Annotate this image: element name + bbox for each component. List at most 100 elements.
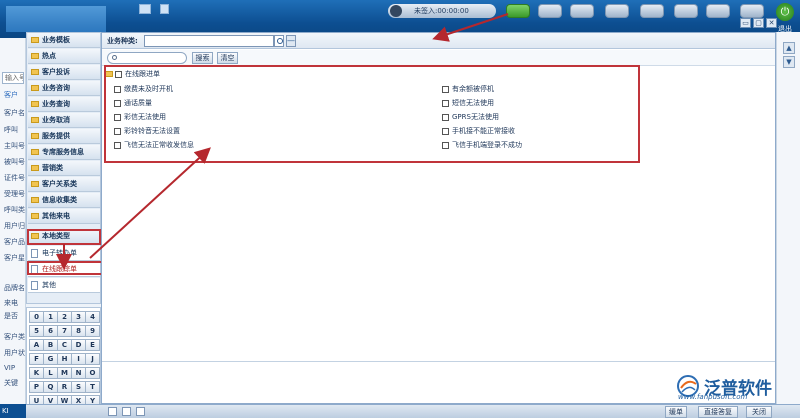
field-label: 主叫号 — [4, 142, 25, 150]
direct-reply-button[interactable]: 直接答复 — [698, 406, 738, 418]
new-icon[interactable] — [108, 407, 117, 416]
menu-item-marketing[interactable]: 营销类 — [28, 161, 100, 176]
close-window-button[interactable]: ✕ — [766, 18, 777, 28]
key-5[interactable]: 5 — [29, 325, 44, 337]
delete-icon[interactable] — [136, 407, 145, 416]
folder-icon — [31, 149, 39, 155]
menu-item-other[interactable]: 其他 — [28, 278, 100, 293]
phone-button[interactable] — [506, 4, 530, 18]
menu-item-complaint[interactable]: 客户投诉 — [28, 65, 100, 80]
close-button[interactable]: 关闭 — [746, 406, 772, 418]
field-label: 用户归 — [4, 222, 25, 230]
document-icon — [31, 249, 38, 258]
key-4[interactable]: 4 — [85, 311, 100, 323]
window-icon[interactable] — [139, 4, 151, 14]
key-e[interactable]: E — [85, 339, 100, 351]
key-2[interactable]: 2 — [57, 311, 72, 323]
hangup-button[interactable] — [674, 4, 698, 18]
key-9[interactable]: 9 — [85, 325, 100, 337]
key-n[interactable]: N — [71, 367, 86, 379]
hold-order-button[interactable]: 缓单 — [665, 406, 687, 418]
menu-item-service[interactable]: 服务提供 — [28, 129, 100, 144]
folder-icon — [31, 53, 39, 59]
field-label: 呼叫类 — [4, 206, 25, 214]
scroll-up-button[interactable]: ▲ — [783, 42, 795, 54]
folder-icon — [31, 213, 39, 219]
headset-button[interactable] — [570, 4, 594, 18]
clear-button[interactable]: 清空 — [217, 52, 238, 64]
search-bar: 搜索 清空 — [102, 50, 775, 66]
menu-item-consult[interactable]: 业务咨询 — [28, 81, 100, 96]
key-k[interactable]: K — [29, 367, 44, 379]
menu-item-other-calls[interactable]: 其他来电 — [28, 209, 100, 224]
field-label: 受理号 — [4, 190, 25, 198]
power-icon: ⏻ — [780, 5, 790, 18]
menu-item-e-transfer[interactable]: 电子转办单 — [28, 246, 100, 261]
keypad: 0 1 2 3 4 5 6 7 8 9 A B C D E F G H I J … — [26, 307, 101, 418]
chevron-down-icon: ▼ — [786, 58, 792, 66]
search-icon[interactable] — [274, 35, 284, 47]
help-button[interactable] — [740, 4, 764, 18]
brand-url: www.fanpusoft.com — [678, 393, 748, 401]
key-l[interactable]: L — [43, 367, 58, 379]
scroll-down-button[interactable]: ▼ — [783, 56, 795, 68]
save-icon[interactable] — [122, 407, 131, 416]
keyboard-button[interactable] — [538, 4, 562, 18]
key-7[interactable]: 7 — [57, 325, 72, 337]
key-o[interactable]: O — [85, 367, 100, 379]
folder-icon — [31, 181, 39, 187]
number-input[interactable]: 输入号 — [2, 72, 24, 84]
restore-window-button[interactable]: ▭ — [740, 18, 751, 28]
key-8[interactable]: 8 — [71, 325, 86, 337]
key-i[interactable]: I — [71, 353, 86, 365]
key-s[interactable]: S — [71, 381, 86, 393]
key-1[interactable]: 1 — [43, 311, 58, 323]
key-d[interactable]: D — [71, 339, 86, 351]
menu-item-business-template[interactable]: 业务模板 — [28, 33, 100, 48]
key-t[interactable]: T — [85, 381, 100, 393]
key-a[interactable]: A — [29, 339, 44, 351]
folder-icon — [31, 85, 39, 91]
field-label: 客户类 — [4, 333, 25, 341]
key-r[interactable]: R — [57, 381, 72, 393]
key-c[interactable]: C — [57, 339, 72, 351]
highlight-online-tracking — [27, 261, 106, 275]
key-g[interactable]: G — [43, 353, 58, 365]
panel-divider — [102, 361, 775, 362]
search-button[interactable]: 搜索 — [192, 52, 213, 64]
business-type-label: 业务种类: — [107, 37, 138, 45]
key-6[interactable]: 6 — [43, 325, 58, 337]
key-3[interactable]: 3 — [71, 311, 86, 323]
business-type-input[interactable] — [144, 35, 274, 47]
maximize-window-button[interactable]: ▢ — [753, 18, 764, 28]
key-m[interactable]: M — [57, 367, 72, 379]
document-icon[interactable] — [160, 4, 169, 14]
menu-item-query[interactable]: 业务查询 — [28, 97, 100, 112]
signin-status-text: 未签入:00:00:00 — [414, 7, 469, 15]
highlight-local-type — [27, 229, 101, 245]
right-panel: ▲ ▼ — [776, 32, 800, 404]
menu-item-customer-relations[interactable]: 客户关系类 — [28, 177, 100, 192]
menu-item-hotspot[interactable]: 热点 — [28, 49, 100, 64]
key-q[interactable]: Q — [43, 381, 58, 393]
key-0[interactable]: 0 — [29, 311, 44, 323]
clear-field-button[interactable]: — — [286, 35, 296, 47]
customer-info-panel: 输入号 客户 客户名 呼叫 主叫号 被叫号 证件号 受理号 呼叫类 用户归 客户… — [0, 38, 26, 408]
key-h[interactable]: H — [57, 353, 72, 365]
transfer-button[interactable] — [605, 4, 629, 18]
menu-item-cancel[interactable]: 业务取消 — [28, 113, 100, 128]
tools-button[interactable] — [706, 4, 730, 18]
document-icon — [31, 281, 38, 290]
menu-item-info-collection[interactable]: 信息收集类 — [28, 193, 100, 208]
field-label: 来电 — [4, 299, 18, 307]
hold-button[interactable] — [640, 4, 664, 18]
keyword-search-input[interactable] — [107, 52, 187, 64]
key-b[interactable]: B — [43, 339, 58, 351]
highlight-options — [104, 65, 640, 163]
key-p[interactable]: P — [29, 381, 44, 393]
left-status-strip: KI — [0, 404, 26, 418]
key-j[interactable]: J — [85, 353, 100, 365]
power-button[interactable]: ⏻ — [776, 3, 794, 21]
key-f[interactable]: F — [29, 353, 44, 365]
menu-item-special-service[interactable]: 专席服务信息 — [28, 145, 100, 160]
